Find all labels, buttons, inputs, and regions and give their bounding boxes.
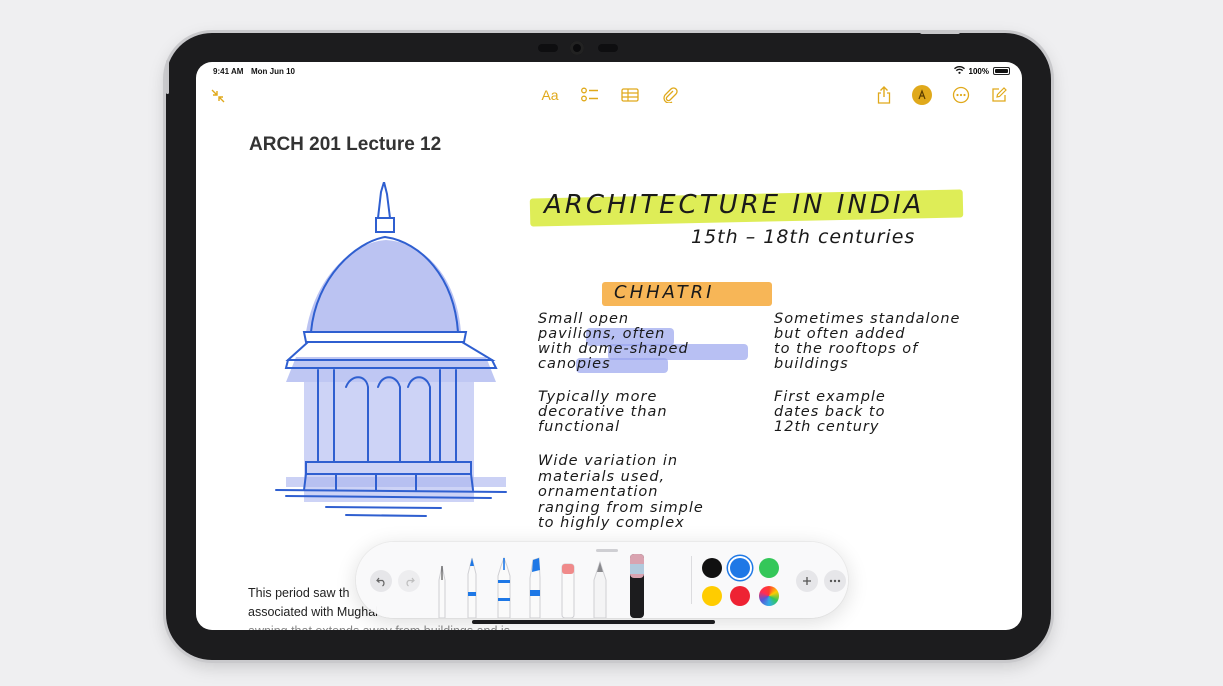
color-green[interactable] <box>759 558 779 578</box>
fountain-pen-tool[interactable] <box>497 556 511 618</box>
ellipsis-icon[interactable] <box>824 570 846 592</box>
markup-pen-icon[interactable] <box>912 85 932 105</box>
screen: 9:41 AM Mon Jun 10 100% Aa ARCH 201 Lect… <box>196 62 1022 630</box>
color-blue[interactable] <box>730 558 750 578</box>
tool-palette[interactable] <box>356 542 848 618</box>
marker-tool[interactable] <box>529 557 541 618</box>
home-indicator[interactable] <box>472 620 715 624</box>
plus-icon[interactable] <box>796 570 818 592</box>
palette-divider <box>691 556 692 604</box>
bullet-right-1: Sometimes standalone but often added to … <box>774 311 961 372</box>
front-camera <box>570 41 584 55</box>
bullet-left-2: Typically more decorative than functiona… <box>538 389 668 435</box>
battery-percent: 100% <box>968 66 989 76</box>
handwritten-heading: ARCHITECTURE IN INDIA <box>544 190 925 220</box>
color-wheel-icon[interactable] <box>759 586 779 606</box>
bullet-left-1: Small open pavilions, often with dome-sh… <box>538 311 689 372</box>
color-black[interactable] <box>702 558 722 578</box>
crayon-tool[interactable] <box>630 554 644 618</box>
pencil-tool[interactable] <box>593 560 607 618</box>
handwritten-subheading: 15th – 18th centuries <box>691 226 916 248</box>
note-title[interactable]: ARCH 201 Lecture 12 <box>249 134 441 156</box>
paperclip-icon[interactable] <box>660 86 680 104</box>
color-yellow[interactable] <box>702 586 722 606</box>
pen-tool[interactable] <box>438 565 446 618</box>
checklist-icon[interactable] <box>580 86 600 104</box>
share-icon[interactable] <box>874 85 894 105</box>
color-red[interactable] <box>730 586 750 606</box>
format-button[interactable]: Aa <box>538 86 562 104</box>
monoline-tool[interactable] <box>467 557 477 618</box>
chhatri-sketch <box>275 182 507 517</box>
status-date: Mon Jun 10 <box>251 67 296 76</box>
format-label: Aa <box>541 87 559 103</box>
drawing-tools[interactable] <box>434 550 674 618</box>
volume-button <box>166 60 169 94</box>
table-icon[interactable] <box>620 86 640 104</box>
undo-icon[interactable] <box>370 570 392 592</box>
wifi-icon <box>953 66 965 76</box>
compose-icon[interactable] <box>989 85 1009 105</box>
sensor <box>598 44 618 52</box>
status-right: 100% <box>953 66 1010 76</box>
eraser-tool[interactable] <box>561 563 575 618</box>
status-time: 9:41 AM <box>213 67 244 76</box>
top-button <box>920 30 960 34</box>
bullet-right-2: First example dates back to 12th century <box>774 389 886 435</box>
handwritten-section: CHHATRI <box>614 282 715 303</box>
battery-icon <box>993 67 1010 75</box>
sensor <box>538 44 558 52</box>
redo-icon[interactable] <box>398 570 420 592</box>
ellipsis-circle-icon[interactable] <box>951 85 971 105</box>
bullet-left-3: Wide variation in materials used, orname… <box>538 453 704 531</box>
collapse-arrows-icon[interactable] <box>210 88 226 104</box>
